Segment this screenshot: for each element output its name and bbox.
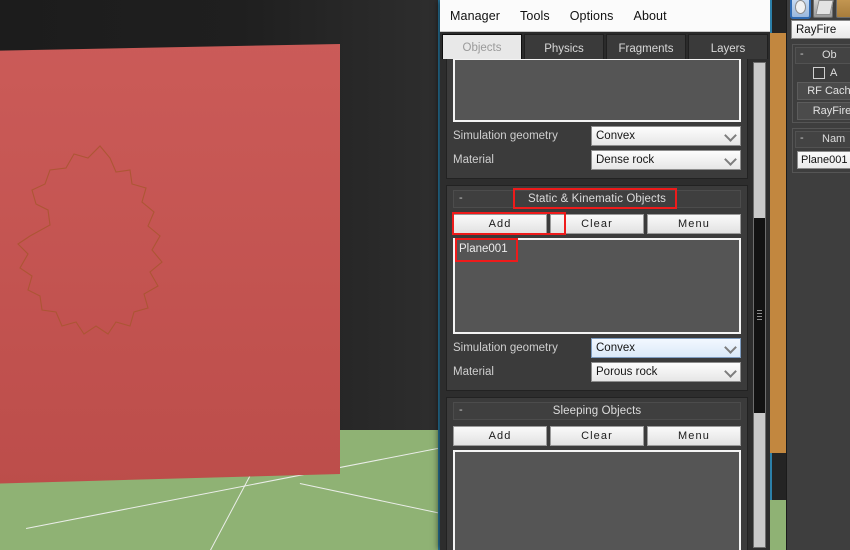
collapse-toggle-icon[interactable]: - [800,131,804,146]
static-sim-geometry-dropdown[interactable]: Convex [591,338,741,358]
collapse-toggle-icon[interactable]: - [459,191,463,205]
max-objects-checkbox-row[interactable]: A [813,67,850,79]
rayfire-button[interactable]: RayFire [797,102,850,120]
rollout-dynamic-objects[interactable]: Simulation geometry Convex Material Dens… [446,59,748,179]
menu-item-options[interactable]: Options [570,9,614,23]
dynamic-objects-list[interactable] [453,59,741,122]
static-kinematic-title: Static & Kinematic Objects [527,193,667,205]
static-clear-button[interactable]: Clear [550,214,644,234]
chevron-down-icon [724,153,737,166]
object-name-field[interactable]: Plane001 [797,151,850,169]
tab-layers[interactable]: Layers [688,34,768,62]
tab-physics[interactable]: Physics [524,34,604,62]
tab-objects[interactable]: Objects [442,34,522,62]
skew-glyph-icon [815,0,834,15]
chevron-down-icon [724,365,737,378]
dynamic-material-value: Dense rock [596,154,655,166]
rollout-static-kinematic-objects[interactable]: - Static & Kinematic Objects Add Clear M… [446,185,748,391]
sleeping-menu-button[interactable]: Menu [647,426,741,446]
viewport-wall-shading [0,44,340,484]
rollout-sleeping-objects[interactable]: - Sleeping Objects Add Clear Menu [446,397,748,550]
tab-strip[interactable]: Objects Physics Fragments Layers [440,32,770,62]
panel-scroll-region[interactable]: Simulation geometry Convex Material Dens… [440,59,770,550]
sleeping-add-button[interactable]: Add [453,426,547,446]
static-sim-geometry-row: Simulation geometry Convex [453,338,741,358]
static-material-dropdown[interactable]: Porous rock [591,362,741,382]
skew-gizmo-icon[interactable] [813,0,834,18]
static-material-row: Material Porous rock [453,362,741,382]
dynamic-material-dropdown[interactable]: Dense rock [591,150,741,170]
dynamic-sim-geometry-row: Simulation geometry Convex [453,126,741,146]
rf-cache-button[interactable]: RF Cache [797,82,850,100]
static-menu-button[interactable]: Menu [647,214,741,234]
panel-content: Simulation geometry Convex Material Dens… [446,59,748,550]
max-name-rollout-title: Nam [822,133,846,145]
scrollbar-grip-icon [757,309,762,322]
dynamic-material-label: Material [453,154,494,166]
static-kinematic-objects-list[interactable]: Plane001 [453,238,741,334]
static-add-button[interactable]: Add [453,214,547,234]
viewport-perspective[interactable] [0,0,440,550]
max-objects-rollout-header[interactable]: - Ob [795,47,850,64]
viewport-right-ground [770,500,786,550]
scrollbar-thumb[interactable] [754,218,765,413]
max-name-rollout-header[interactable]: - Nam [795,131,850,148]
static-kinematic-header[interactable]: - Static & Kinematic Objects [453,190,741,208]
rayfire-manager-window[interactable]: Manager Tools Options About Objects Phys… [440,0,770,550]
menu-item-tools[interactable]: Tools [520,9,550,23]
max-command-panel[interactable]: RayFire - Ob A RF Cache RayFire - Nam [786,0,850,550]
checkbox-unchecked-icon[interactable] [813,67,825,79]
tab-fragments[interactable]: Fragments [606,34,686,62]
dynamic-sim-geometry-dropdown[interactable]: Convex [591,126,741,146]
static-material-value: Porous rock [596,366,658,378]
max-objects-checkbox-label: A [830,67,838,79]
list-item[interactable]: Plane001 [458,242,736,256]
sleeping-clear-button[interactable]: Clear [550,426,644,446]
collapse-toggle-icon[interactable]: - [800,47,804,62]
panel-vertical-scrollbar[interactable] [753,62,766,548]
modifier-name-field[interactable]: RayFire [791,20,850,39]
extra-gizmo-icon[interactable] [835,0,850,18]
max-objects-rollout-title: Ob [822,49,837,61]
dynamic-sim-geometry-label: Simulation geometry [453,130,558,142]
static-kinematic-button-row: Add Clear Menu [453,214,741,234]
viewport-right-sliver[interactable] [770,0,786,550]
modifier-icon-row[interactable] [787,0,850,19]
chevron-down-icon [724,129,737,142]
dynamic-sim-geometry-value: Convex [596,130,635,142]
max-rollout-objects[interactable]: - Ob A RF Cache RayFire [792,44,850,123]
sphere-gizmo-icon[interactable] [789,0,812,19]
menu-item-manager[interactable]: Manager [450,9,500,23]
sleeping-objects-title: Sleeping Objects [552,405,642,417]
menu-bar[interactable]: Manager Tools Options About [440,0,770,32]
viewport-orange-object [770,33,786,453]
dynamic-material-row: Material Dense rock [453,150,741,170]
max-command-panel-region[interactable]: RayFire - Ob A RF Cache RayFire - Nam [770,0,850,550]
static-sim-geometry-label: Simulation geometry [453,342,558,354]
sleeping-objects-header[interactable]: - Sleeping Objects [453,402,741,420]
max-rollout-name[interactable]: - Nam Plane001 [792,128,850,173]
screen: Manager Tools Options About Objects Phys… [0,0,850,550]
menu-item-about[interactable]: About [634,9,667,23]
sleeping-button-row: Add Clear Menu [453,426,741,446]
chevron-down-icon [724,341,737,354]
sphere-glyph-icon [795,0,807,14]
static-material-label: Material [453,366,494,378]
collapse-toggle-icon[interactable]: - [459,403,463,417]
sleeping-objects-list[interactable] [453,450,741,550]
static-sim-geometry-value: Convex [596,342,635,354]
